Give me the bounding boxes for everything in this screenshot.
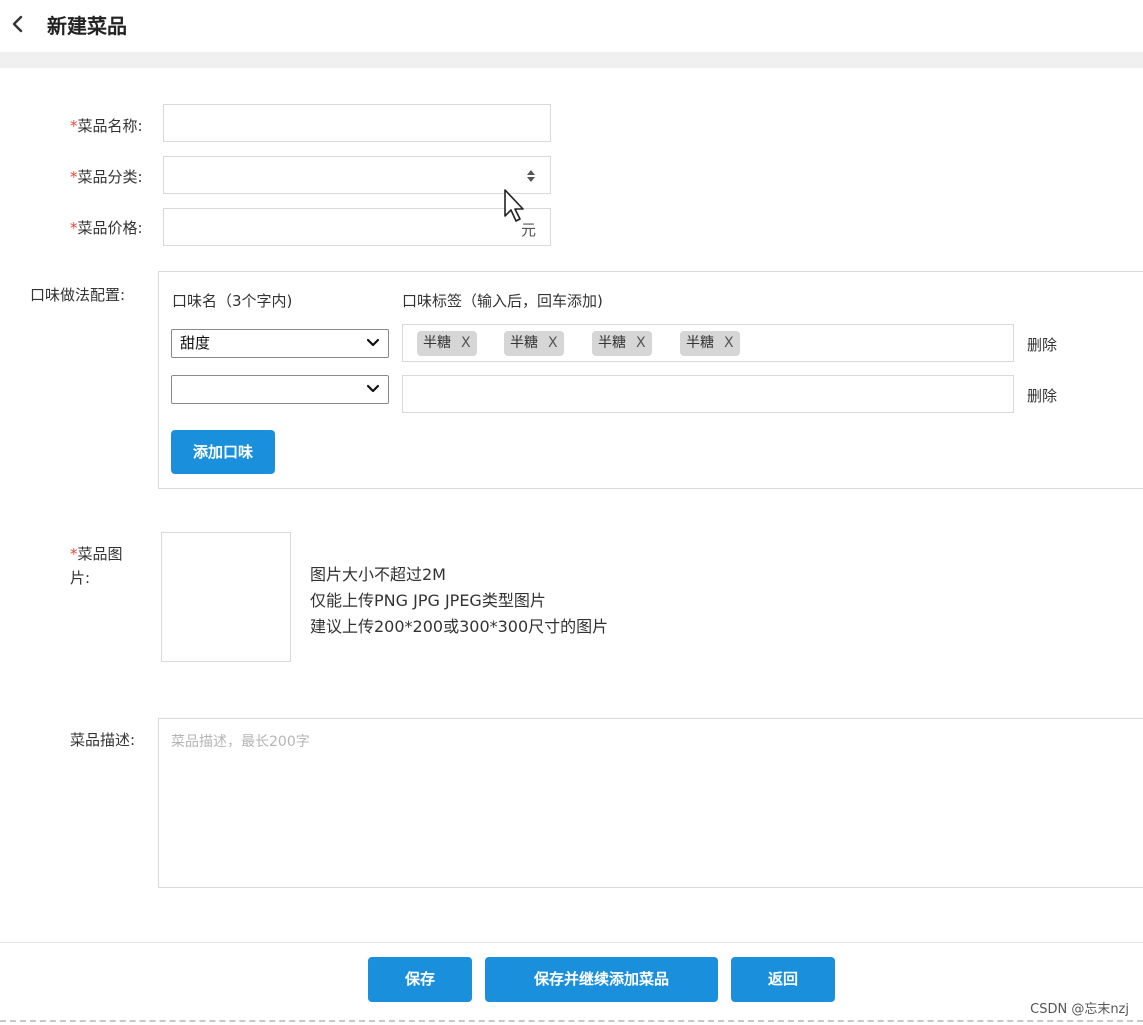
save-and-continue-button[interactable]: 保存并继续添加菜品 bbox=[485, 957, 718, 1002]
csdn-watermark: CSDN @忘末nzj bbox=[1030, 1002, 1129, 1017]
mouse-cursor-icon bbox=[504, 189, 524, 222]
flavor-tag: 半糖 X bbox=[417, 331, 477, 356]
dish-price-input[interactable] bbox=[164, 209, 550, 245]
dish-name-label: *菜品名称: bbox=[70, 117, 143, 135]
flavor-config-label: 口味做法配置: bbox=[30, 286, 126, 304]
dish-name-input[interactable] bbox=[164, 105, 550, 141]
dish-price-field[interactable]: 元 bbox=[163, 208, 551, 246]
flavor-tag: 半糖 X bbox=[504, 331, 564, 356]
tag-remove-button[interactable]: X bbox=[548, 335, 558, 351]
tag-remove-button[interactable]: X bbox=[636, 335, 646, 351]
required-mark: * bbox=[70, 168, 78, 186]
chevron-down-icon bbox=[366, 338, 380, 347]
add-flavor-button[interactable]: 添加口味 bbox=[171, 430, 275, 474]
flavor-name-select[interactable] bbox=[171, 375, 389, 404]
sort-arrows-icon bbox=[527, 170, 535, 182]
tag-remove-button[interactable]: X bbox=[724, 335, 734, 351]
back-chevron-icon[interactable] bbox=[8, 12, 28, 36]
header-divider bbox=[0, 52, 1143, 68]
required-mark: * bbox=[70, 545, 78, 563]
dish-price-label: *菜品价格: bbox=[70, 219, 143, 237]
image-upload-area[interactable] bbox=[161, 532, 291, 662]
image-hint-dimensions: 建议上传200*200或300*300尺寸的图片 bbox=[310, 617, 609, 636]
page-header: 新建菜品 bbox=[0, 0, 1143, 50]
dish-description-textarea[interactable] bbox=[159, 719, 1143, 887]
flavor-tags-header: 口味标签（输入后，回车添加) bbox=[402, 292, 603, 310]
delete-flavor-button[interactable]: 删除 bbox=[1027, 334, 1057, 355]
chevron-down-icon bbox=[366, 384, 380, 393]
image-hint-type: 仅能上传PNG JPG JPEG类型图片 bbox=[310, 591, 546, 610]
page-title: 新建菜品 bbox=[47, 14, 127, 38]
dish-description-field[interactable] bbox=[158, 718, 1143, 888]
flavor-name-value: 甜度 bbox=[180, 334, 211, 352]
flavor-name-select[interactable]: 甜度 bbox=[171, 329, 389, 358]
dish-category-select[interactable] bbox=[163, 156, 551, 194]
tag-remove-button[interactable]: X bbox=[461, 335, 471, 351]
flavor-config-panel: 口味名（3个字内) 口味标签（输入后，回车添加) 甜度 半糖 X 半糖 X 半糖 X … bbox=[158, 271, 1143, 489]
delete-flavor-button[interactable]: 删除 bbox=[1027, 385, 1057, 406]
image-hint-size: 图片大小不超过2M bbox=[310, 565, 446, 584]
flavor-tag: 半糖 X bbox=[680, 331, 740, 356]
required-mark: * bbox=[70, 117, 78, 135]
bottom-border bbox=[0, 1020, 1143, 1022]
flavor-tags-input[interactable]: 半糖 X 半糖 X 半糖 X 半糖 X bbox=[402, 324, 1014, 362]
dish-name-field[interactable] bbox=[163, 104, 551, 142]
dish-image-label: *菜品图 片: bbox=[70, 545, 123, 587]
required-mark: * bbox=[70, 219, 78, 237]
dish-category-label: *菜品分类: bbox=[70, 168, 143, 186]
flavor-name-header: 口味名（3个字内) bbox=[172, 292, 293, 310]
flavor-tags-input[interactable] bbox=[402, 375, 1014, 413]
dish-description-label: 菜品描述: bbox=[70, 731, 136, 749]
flavor-tag: 半糖 X bbox=[592, 331, 652, 356]
save-button[interactable]: 保存 bbox=[368, 957, 472, 1002]
footer-divider bbox=[0, 942, 1143, 943]
back-button[interactable]: 返回 bbox=[731, 957, 835, 1002]
